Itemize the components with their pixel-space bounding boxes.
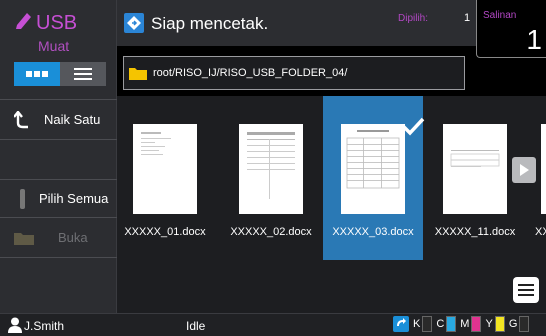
user-icon: [8, 317, 22, 333]
folder-path: root/RISO_IJ/RISO_USB_FOLDER_04/: [153, 67, 348, 79]
document-thumbnail: [341, 124, 405, 214]
menu-button[interactable]: [513, 277, 539, 303]
document-thumbnail: [239, 124, 303, 214]
usb-title: USB: [36, 12, 78, 34]
up-one-level-button[interactable]: Naik Satu: [0, 99, 117, 139]
user-name: J.Smith: [24, 319, 65, 333]
up-one-level-label: Naik Satu: [44, 112, 101, 127]
ink-swatch: [519, 316, 530, 332]
list-view-icon: [74, 68, 92, 80]
view-toggle: [14, 62, 106, 86]
folder-path-bar: root/RISO_IJ/RISO_USB_FOLDER_04/: [123, 56, 465, 90]
ready-status-icon: [124, 13, 144, 33]
open-button[interactable]: Buka: [0, 217, 117, 257]
usb-mode-title: USB Muat: [14, 6, 110, 58]
copies-value: 1: [526, 24, 542, 55]
ink-levels: K C M Y G: [393, 316, 530, 332]
divider: [0, 257, 117, 258]
selected-count-label: Dipilih:: [398, 13, 429, 24]
usb-subtitle: Muat: [38, 38, 70, 54]
checkmark-icon: [401, 117, 425, 136]
open-label: Buka: [58, 230, 88, 245]
refresh-icon[interactable]: [393, 316, 409, 332]
file-name: XXXXX_11.docx: [434, 226, 516, 238]
grid-view-icon: [26, 71, 48, 77]
file-name: XXXXX_03.docx: [332, 226, 414, 238]
copies-label: Salinan: [483, 10, 517, 21]
file-tile[interactable]: XXXXX_01.docx: [119, 96, 211, 260]
file-tile[interactable]: XXXXX_11.docx: [425, 96, 525, 260]
ink-c: C: [436, 316, 457, 332]
folder-icon: [129, 67, 147, 80]
ink-swatch: [422, 316, 433, 332]
ink-swatch: [471, 316, 482, 332]
ink-swatch: [446, 316, 457, 332]
ink-k: K: [413, 316, 433, 332]
select-all-button[interactable]: Pilih Semua: [0, 179, 117, 217]
file-browser: XXXXX_01.docx XXXXX_02.docx XXXXX_03.doc…: [117, 96, 546, 313]
machine-status: Idle: [186, 319, 206, 333]
up-arrow-icon: [14, 110, 28, 128]
empty-slot: [0, 139, 117, 179]
ink-swatch: [494, 316, 505, 332]
list-view-button[interactable]: [60, 62, 106, 86]
left-panel: USB Muat Naik Satu Pilih Semua Buka: [0, 0, 117, 313]
folder-icon: [14, 232, 34, 245]
status-message: Siap mencetak.: [151, 14, 269, 33]
selected-count-value: 1: [464, 12, 471, 24]
select-all-label: Pilih Semua: [39, 191, 109, 206]
document-thumbnail: [133, 124, 197, 214]
ink-y: Y: [485, 316, 505, 332]
grid-view-button[interactable]: [14, 62, 60, 86]
bottom-status-bar: J.Smith Idle K C M Y G: [0, 313, 546, 336]
checkbox-indicator-icon: [20, 188, 25, 209]
copies-field[interactable]: Salinan 1: [476, 0, 546, 58]
ink-m: M: [460, 316, 482, 332]
chevron-right-icon: [520, 164, 529, 176]
file-tile[interactable]: XXXXX_02.docx: [221, 96, 321, 260]
file-tile-selected[interactable]: XXXXX_03.docx: [323, 96, 425, 260]
status-bar: Siap mencetak. Dipilih: 1: [117, 0, 476, 46]
pencil-icon: [16, 13, 31, 29]
ink-g: G: [509, 316, 530, 332]
next-page-button[interactable]: [512, 157, 536, 183]
hamburger-menu-icon: [518, 284, 534, 296]
file-name: XX: [535, 226, 546, 238]
file-name: XXXXX_02.docx: [230, 226, 312, 238]
file-name: XXXXX_01.docx: [124, 226, 206, 238]
document-thumbnail: [541, 124, 546, 214]
document-thumbnail: [443, 124, 507, 214]
